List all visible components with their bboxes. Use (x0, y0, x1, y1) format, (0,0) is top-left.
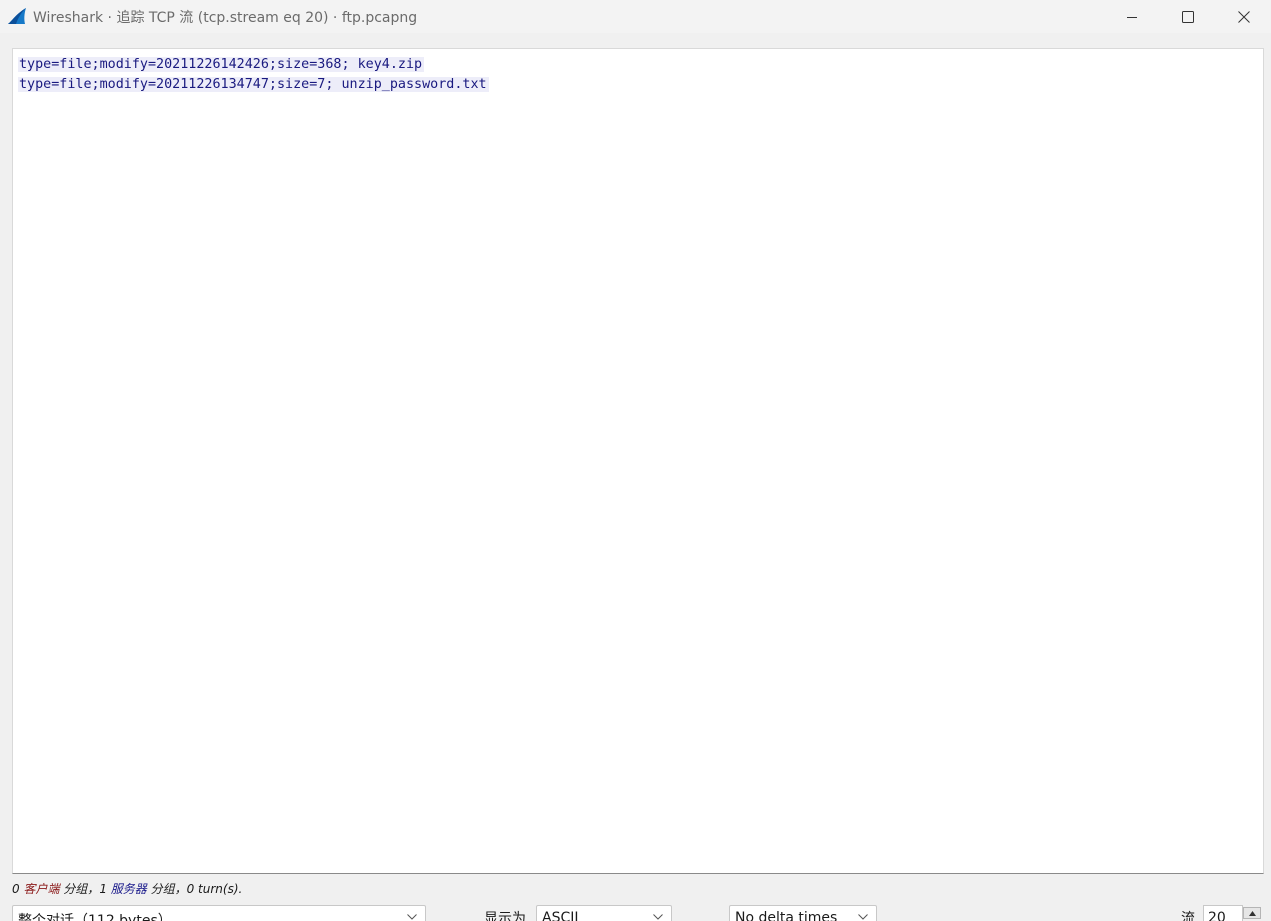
server-suffix: 分组，0 turn(s). (146, 882, 243, 896)
title-bar: Wireshark · 追踪 TCP 流 (tcp.stream eq 20) … (0, 0, 1271, 33)
chevron-down-icon (653, 914, 663, 920)
stream-line-text: type=file;modify=20211226134747;size=7; … (18, 77, 489, 92)
triangle-up-icon (1248, 910, 1256, 916)
minimize-button[interactable] (1104, 0, 1160, 33)
minimize-icon (1127, 16, 1137, 18)
stream-line: type=file;modify=20211226134747;size=7; … (18, 75, 1263, 95)
maximize-icon (1182, 10, 1194, 23)
packet-summary: 0 客户端 分组，1 服务器 分组，0 turn(s). (12, 880, 242, 897)
maximize-button[interactable] (1160, 0, 1216, 33)
stream-number-value: 20 (1208, 910, 1226, 921)
stream-label: 流 (1181, 911, 1195, 921)
conversation-select[interactable]: 整个对话（112 bytes） (12, 905, 426, 921)
stream-content-view[interactable]: type=file;modify=20211226142426;size=368… (12, 48, 1264, 874)
stream-increment-button[interactable] (1243, 907, 1261, 919)
stream-line: type=file;modify=20211226142426;size=368… (18, 55, 1263, 75)
stream-line-text: type=file;modify=20211226142426;size=368… (18, 57, 425, 72)
client-count: 0 (12, 882, 20, 896)
chevron-down-icon (858, 914, 868, 920)
server-count: 1 (99, 882, 107, 896)
delta-times-select[interactable]: No delta times (729, 905, 877, 921)
conversation-select-value: 整个对话（112 bytes） (18, 913, 172, 921)
close-button[interactable] (1216, 0, 1271, 33)
client-suffix: 分组， (59, 882, 100, 896)
stream-number-input[interactable]: 20 (1203, 905, 1243, 921)
delta-times-select-value: No delta times (735, 910, 838, 921)
window-title: Wireshark · 追踪 TCP 流 (tcp.stream eq 20) … (33, 10, 418, 26)
wireshark-fin-icon (8, 8, 26, 24)
chevron-down-icon (407, 914, 417, 920)
show-as-select-value: ASCII (542, 910, 579, 921)
show-as-select[interactable]: ASCII (536, 905, 672, 921)
show-as-label: 显示为 (484, 911, 526, 921)
server-label: 服务器 (110, 882, 147, 896)
client-label: 客户端 (23, 882, 60, 896)
close-icon (1238, 10, 1250, 23)
